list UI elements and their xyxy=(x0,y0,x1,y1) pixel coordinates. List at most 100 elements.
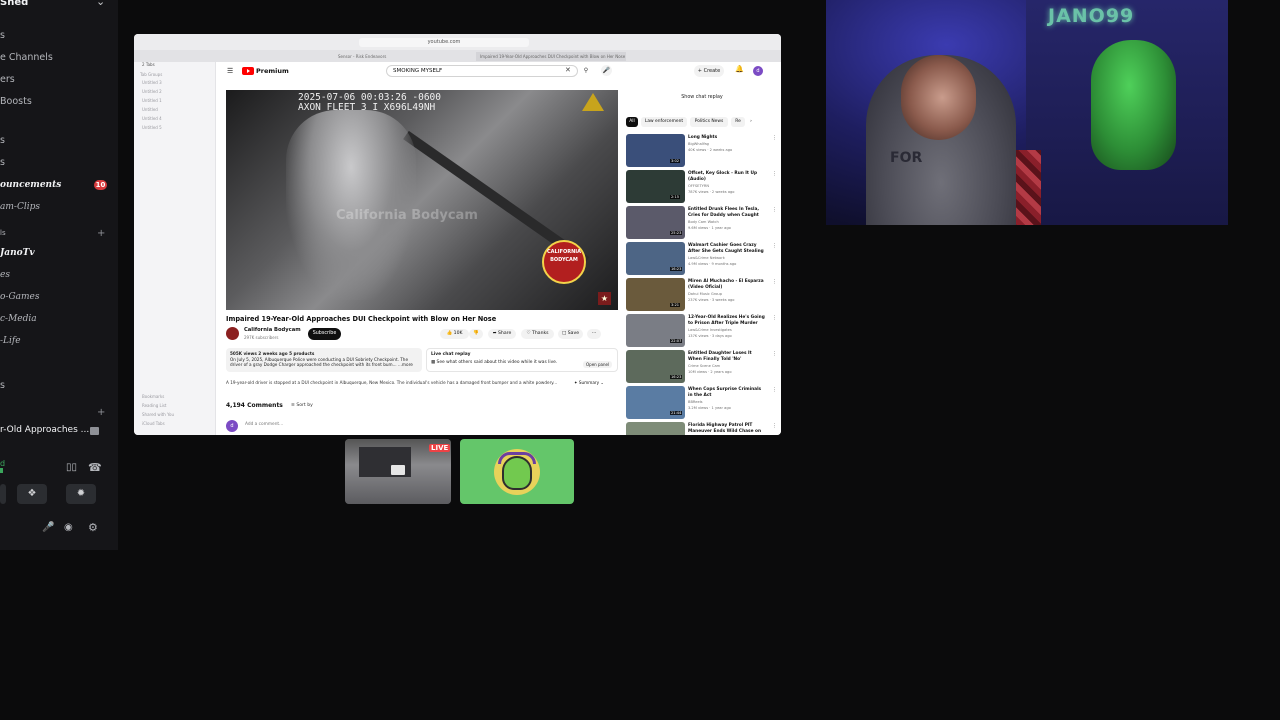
more-options-icon[interactable]: ⋮ xyxy=(772,207,777,213)
more-options-icon[interactable]: ⋮ xyxy=(772,243,777,249)
tab-group-item[interactable]: Untitled 3 xyxy=(142,80,162,85)
channel-irl-life[interactable]: -Life xyxy=(0,336,21,346)
more-actions-icon[interactable]: ⋯ xyxy=(587,329,601,339)
more-options-icon[interactable]: ⋮ xyxy=(772,423,777,429)
sidebar-item-reading-list[interactable]: Reading List xyxy=(142,403,167,408)
tab-group-heading[interactable]: 2 Tabs xyxy=(142,62,155,67)
recommended-video[interactable]: 21:44 When Cops Surprise Criminals in th… xyxy=(626,386,778,420)
tab-group-item[interactable]: Untitled 2 xyxy=(142,89,162,94)
recommended-title[interactable]: Walmart Cashier Goes Crazy After She Get… xyxy=(688,243,766,254)
voice-search-icon[interactable]: 🎤 xyxy=(601,65,612,76)
recommended-video[interactable]: 3:21 Miren Al Muchacho - El Esparza (Vid… xyxy=(626,278,778,312)
chip-all[interactable]: All xyxy=(626,117,638,127)
video-player[interactable]: 2025-07-06 00:03:26 -0600 AXON FLEET 3 I… xyxy=(226,90,618,310)
microphone-icon[interactable]: 🎤 xyxy=(42,522,54,533)
channel-images[interactable]: es xyxy=(0,270,10,280)
recommended-title[interactable]: 12-Year-Old Realizes He's Going to Priso… xyxy=(688,315,766,326)
create-button[interactable]: + Create xyxy=(694,65,724,77)
sidebar-item-boosts[interactable]: Boosts xyxy=(0,96,32,107)
account-avatar[interactable]: d xyxy=(753,66,763,76)
channel-stream-clips[interactable]: am-Clips xyxy=(0,202,40,212)
show-chat-replay-button[interactable]: Show chat replay xyxy=(628,92,776,104)
summary-button[interactable]: ✦ Summary ⌄ xyxy=(574,379,604,387)
address-bar[interactable]: youtube.com xyxy=(359,38,529,47)
channel-name[interactable]: California Bodycam xyxy=(244,327,301,333)
voice-channel-entry[interactable]: r-Old Approaches ... xyxy=(0,422,118,440)
sidebar-item-members[interactable]: ers xyxy=(0,74,15,85)
recommended-video[interactable]: 22:07 12-Year-Old Realizes He's Going to… xyxy=(626,314,778,348)
recommended-video[interactable]: Florida Highway Patrol PIT Maneuver Ends… xyxy=(626,422,778,435)
recommended-video[interactable]: 2:15 Offset, Key Glock - Run It Up (Audi… xyxy=(626,170,778,204)
channel-video-games[interactable]: o-Games xyxy=(0,292,40,302)
channel-avatar[interactable] xyxy=(226,327,239,340)
tab-group-item[interactable]: Untitled xyxy=(142,107,158,112)
sidebar-item-shared[interactable]: Shared with You xyxy=(142,412,174,417)
recommended-channel[interactable]: BBReels xyxy=(688,400,703,404)
notifications-bell-icon[interactable]: 🔔 xyxy=(735,65,744,73)
chip-law-enforcement[interactable]: Law enforcement xyxy=(641,117,687,127)
tab-group-item[interactable]: Untitled 1 xyxy=(142,98,162,103)
channel-watermark-icon[interactable]: ★ xyxy=(598,292,611,305)
more-options-icon[interactable]: ⋮ xyxy=(772,279,777,285)
recommended-title[interactable]: Florida Highway Patrol PIT Maneuver Ends… xyxy=(688,423,766,434)
recommended-title[interactable]: Entitled Daughter Loses It When Finally … xyxy=(688,351,766,362)
sidebar-item-bookmarks[interactable]: Bookmarks xyxy=(142,394,164,399)
browser-tab[interactable]: Sensor - Risk Endeavors xyxy=(334,52,474,61)
more-options-icon[interactable]: ⋮ xyxy=(772,351,777,357)
sidebar-item-events[interactable]: s xyxy=(0,30,5,41)
tab-group-item[interactable]: Untitled 5 xyxy=(142,125,162,130)
channel-janotv[interactable]: JanoTv xyxy=(0,248,35,258)
like-button[interactable]: 👍 10K xyxy=(440,329,469,339)
more-options-icon[interactable]: ⋮ xyxy=(772,315,777,321)
add-channel-icon[interactable]: + xyxy=(97,407,105,418)
channel-music-media[interactable]: c-Media xyxy=(0,314,37,324)
server-header[interactable]: Shed ⌄ xyxy=(0,0,118,12)
recommended-channel[interactable]: OFFSETYRN xyxy=(688,184,709,188)
activities-button[interactable]: ❖ xyxy=(17,484,47,504)
youtube-logo-icon[interactable] xyxy=(242,67,254,75)
recommended-video[interactable]: 25:23 Entitled Drunk Flees In Tesla, Cri… xyxy=(626,206,778,240)
channel-announcements[interactable]: ouncements xyxy=(0,180,61,190)
recommended-channel[interactable]: Body Cam Watch xyxy=(688,220,719,224)
recommended-channel[interactable]: BigWhalYag xyxy=(688,142,709,146)
dislike-button[interactable]: 👎 xyxy=(469,329,483,339)
video-description[interactable]: 505K views 2 weeks ago 5 products On Jul… xyxy=(226,348,422,372)
tab-group-item[interactable]: Untitled 4 xyxy=(142,116,162,121)
search-input[interactable]: SMOKING MYSELF xyxy=(386,65,578,77)
recommended-channel[interactable]: Law&Crime Investigates xyxy=(688,328,732,332)
soundboard-button[interactable]: ✹ xyxy=(66,484,96,504)
clear-search-icon[interactable]: ✕ xyxy=(565,66,571,74)
recommended-title[interactable]: When Cops Surprise Criminals in the Act xyxy=(688,387,766,398)
noise-suppression-icon[interactable]: ▯▯ xyxy=(66,462,77,473)
sort-comments-button[interactable]: ≡ Sort by xyxy=(291,403,313,408)
youtube-brand[interactable]: Premium xyxy=(256,67,289,75)
recommended-title[interactable]: Long Nights xyxy=(688,135,766,141)
sidebar-item-icloud-tabs[interactable]: iCloud Tabs xyxy=(142,421,165,426)
recommended-video[interactable]: 16:23 Walmart Cashier Goes Crazy After S… xyxy=(626,242,778,276)
subscribe-button[interactable]: Subscribe xyxy=(308,328,341,340)
browser-tab-active[interactable]: Impaired 19-Year-Old Approaches DUI Chec… xyxy=(476,52,626,61)
recommended-title[interactable]: Offset, Key Glock - Run It Up (Audio) xyxy=(688,171,766,182)
chip-politics-news[interactable]: Politics News xyxy=(690,117,728,127)
participant-avatar-tile[interactable] xyxy=(460,439,574,504)
thanks-button[interactable]: ♡ Thanks xyxy=(521,329,554,339)
recommended-video[interactable]: 3:02 Long Nights BigWhalYag 40K views · … xyxy=(626,134,778,168)
add-comment-input[interactable]: Add a comment... xyxy=(245,422,283,427)
headphones-icon[interactable]: ◉ xyxy=(64,522,73,533)
recommended-title[interactable]: Entitled Drunk Flees In Tesla, Cries for… xyxy=(688,207,766,218)
recommended-video[interactable]: 16:23 Entitled Daughter Loses It When Fi… xyxy=(626,350,778,384)
sidebar-item-browse-channels[interactable]: e Channels xyxy=(0,52,53,63)
camera-button[interactable] xyxy=(0,484,6,504)
share-button[interactable]: ➦ Share xyxy=(488,329,516,339)
chevron-down-icon[interactable]: ⌄ xyxy=(96,0,105,8)
recommended-channel[interactable]: Law&Crime Network xyxy=(688,256,725,260)
more-options-icon[interactable]: ⋮ xyxy=(772,387,777,393)
more-options-icon[interactable]: ⋮ xyxy=(772,171,777,177)
add-channel-icon[interactable]: + xyxy=(97,228,105,239)
open-panel-button[interactable]: Open panel xyxy=(583,361,613,368)
chips-next-icon[interactable]: › xyxy=(746,117,756,127)
recommended-title[interactable]: Miren Al Muchacho - El Esparza (Video Of… xyxy=(688,279,766,290)
more-options-icon[interactable]: ⋮ xyxy=(772,135,777,141)
search-icon[interactable]: ⚲ xyxy=(579,65,593,77)
settings-gear-icon[interactable]: ⚙ xyxy=(88,521,98,534)
